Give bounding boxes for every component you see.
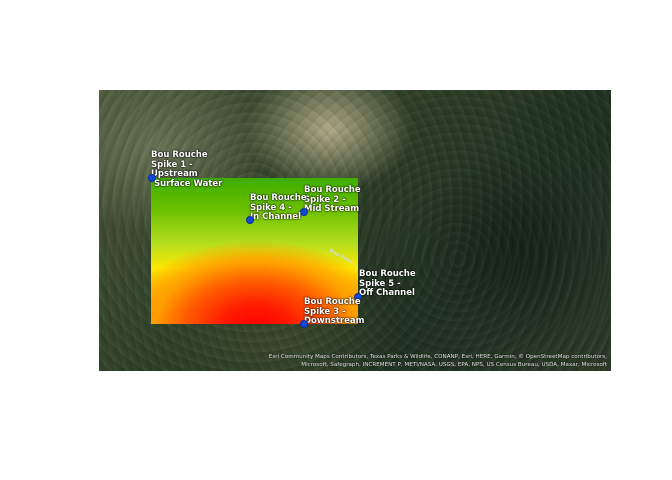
site-label-spike-3: Bou Rouche Spike 3 - Downstream [304,297,365,326]
site-marker-spike-3[interactable] [300,320,308,328]
site-marker-spike-4[interactable] [246,216,254,224]
map-attribution: Esri Community Maps Contributors, Texas … [268,354,607,368]
site-label-spike-4: Bou Rouche Spike 4 - In Channel [250,193,307,222]
site-label-spike-1: Bou Rouche Spike 1 - Upstream Surface Wa… [151,150,223,189]
map-panel[interactable]: Bou Rouc... Bou Rouche Spike 1 - Upstrea… [99,90,611,371]
site-label-spike-2: Bou Rouche Spike 2 - Mid Stream [304,185,361,214]
site-marker-spike-1[interactable] [148,174,156,182]
site-label-spike-5: Bou Rouche Spike 5 - Off Channel [359,269,416,298]
